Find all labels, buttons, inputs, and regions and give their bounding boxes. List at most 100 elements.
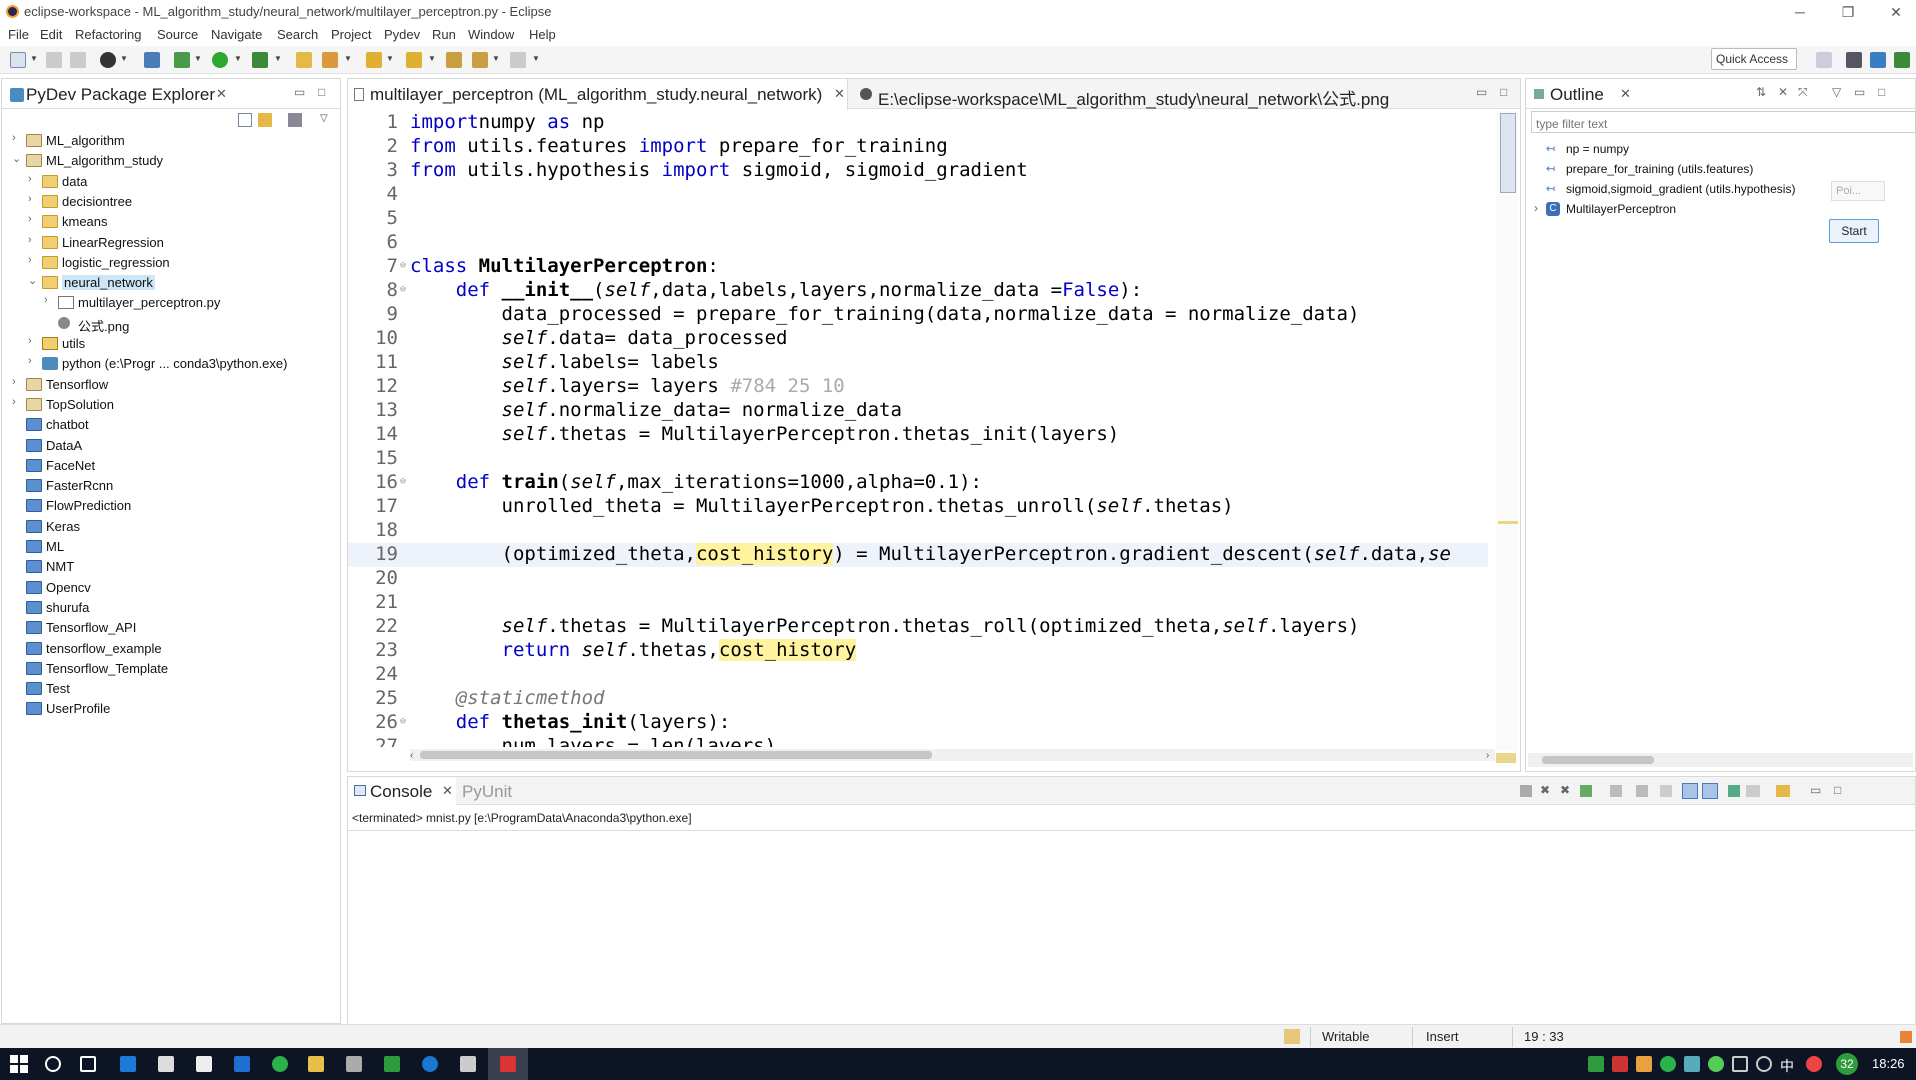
menu-navigate[interactable]: Navigate bbox=[211, 27, 262, 42]
code-line[interactable]: 25 @staticmethod bbox=[348, 687, 1488, 711]
menu-source[interactable]: Source bbox=[157, 27, 198, 42]
scroll-right-icon[interactable]: › bbox=[1486, 750, 1489, 761]
view-menu-icon[interactable]: ▽ bbox=[320, 113, 328, 124]
package-explorer-title[interactable]: PyDev Package Explorer bbox=[26, 85, 215, 105]
outline-filter-input[interactable] bbox=[1531, 111, 1916, 133]
close-icon[interactable]: ✕ bbox=[216, 86, 227, 102]
expand-arrow-icon[interactable]: › bbox=[28, 335, 40, 347]
mail-icon[interactable] bbox=[196, 1056, 212, 1072]
minimize-icon[interactable]: ▭ bbox=[294, 85, 305, 99]
show-on-output-icon[interactable] bbox=[1682, 783, 1698, 799]
code-line[interactable]: 9 data_processed = prepare_for_training(… bbox=[348, 303, 1488, 327]
menu-project[interactable]: Project bbox=[331, 27, 371, 42]
menu-window[interactable]: Window bbox=[468, 27, 514, 42]
quick-access-field[interactable]: Quick Access bbox=[1711, 48, 1797, 70]
menu-refactoring[interactable]: Refactoring bbox=[75, 27, 141, 42]
clear-console-icon[interactable] bbox=[1610, 785, 1622, 797]
app-icon[interactable] bbox=[346, 1056, 362, 1072]
code-line[interactable]: 12 self.layers= layers #784 25 10 bbox=[348, 375, 1488, 399]
close-button[interactable]: ✕ bbox=[1886, 2, 1906, 22]
expand-arrow-icon[interactable]: › bbox=[44, 294, 56, 306]
expand-arrow-icon[interactable]: › bbox=[28, 173, 40, 185]
open-folder-icon[interactable] bbox=[296, 52, 312, 68]
maximize-icon[interactable]: □ bbox=[1878, 85, 1885, 99]
minimize-icon[interactable]: ▭ bbox=[1854, 85, 1865, 99]
code-line[interactable]: 20 bbox=[348, 567, 1488, 591]
collapse-all-icon[interactable] bbox=[238, 113, 252, 127]
ime-indicator[interactable]: 中 bbox=[1780, 1056, 1796, 1074]
expand-arrow-icon[interactable]: › bbox=[28, 254, 40, 266]
fold-toggle-icon[interactable]: ⊖ bbox=[400, 284, 406, 295]
outline-title[interactable]: Outline bbox=[1550, 85, 1604, 105]
code-line[interactable]: 10 self.data= data_processed bbox=[348, 327, 1488, 351]
file-explorer-icon[interactable] bbox=[308, 1056, 324, 1072]
code-line[interactable]: 19 (optimized_theta,cost_history) = Mult… bbox=[348, 543, 1488, 567]
ie-icon[interactable] bbox=[422, 1056, 438, 1072]
prev-annotation-icon[interactable] bbox=[406, 52, 422, 68]
debug-perspective-icon[interactable] bbox=[1846, 52, 1862, 68]
minimize-button[interactable]: ─ bbox=[1790, 2, 1810, 22]
pydev-perspective-icon[interactable] bbox=[1870, 52, 1886, 68]
code-line[interactable]: 16 ⊖ def train(self,max_iterations=1000,a… bbox=[348, 471, 1488, 495]
perspective-icon[interactable] bbox=[100, 52, 116, 68]
code-line[interactable]: 14 self.thetas = MultilayerPerceptron.th… bbox=[348, 423, 1488, 447]
editor-vertical-scrollbar[interactable] bbox=[1496, 111, 1518, 751]
close-icon[interactable]: ✕ bbox=[442, 783, 453, 799]
code-line[interactable]: 18 bbox=[348, 519, 1488, 543]
code-line[interactable]: 26 ⊖ def thetas_init(layers): bbox=[348, 711, 1488, 735]
run-icon[interactable] bbox=[212, 52, 228, 68]
collapse-arrow-icon[interactable]: ⌄ bbox=[28, 274, 40, 287]
open-console-icon[interactable] bbox=[1776, 785, 1790, 797]
menu-help[interactable]: Help bbox=[529, 27, 556, 42]
tray-icon[interactable] bbox=[1806, 1056, 1822, 1072]
maximize-icon[interactable]: □ bbox=[1834, 783, 1841, 797]
store-icon[interactable] bbox=[158, 1056, 174, 1072]
code-line[interactable]: 6 bbox=[348, 231, 1488, 255]
stop-icon[interactable] bbox=[1520, 785, 1532, 797]
menu-pydev[interactable]: Pydev bbox=[384, 27, 420, 42]
tray-icon[interactable] bbox=[1636, 1056, 1652, 1072]
vscode-icon[interactable] bbox=[234, 1056, 250, 1072]
code-area[interactable]: 1 importnumpy as np 2 from utils.features i… bbox=[348, 111, 1488, 747]
occurrence-marker[interactable] bbox=[1498, 521, 1518, 524]
word-wrap-icon[interactable] bbox=[1660, 785, 1672, 797]
task-view-icon[interactable] bbox=[80, 1056, 96, 1072]
tray-icon[interactable] bbox=[1684, 1056, 1700, 1072]
show-on-error-icon[interactable] bbox=[1702, 783, 1718, 799]
expand-arrow-icon[interactable]: › bbox=[12, 132, 24, 144]
code-line[interactable]: 8 ⊖ def __init__(self,data,labels,layers,… bbox=[348, 279, 1488, 303]
collapse-all-icon[interactable]: ⤧ bbox=[1798, 85, 1808, 100]
scroll-left-icon[interactable]: ‹ bbox=[410, 750, 413, 761]
forward-icon[interactable] bbox=[510, 52, 526, 68]
link-editor-icon[interactable] bbox=[258, 113, 272, 127]
maximize-icon[interactable]: □ bbox=[318, 85, 325, 99]
tray-wechat-icon[interactable] bbox=[1660, 1056, 1676, 1072]
expand-arrow-icon[interactable]: › bbox=[28, 213, 40, 225]
code-line[interactable]: 3 from utils.hypothesis import sigmoid, s… bbox=[348, 159, 1488, 183]
remove-all-icon[interactable]: ✖ bbox=[1560, 783, 1570, 797]
debug-console-icon[interactable] bbox=[1580, 785, 1592, 797]
code-line[interactable]: 11 self.labels= labels bbox=[348, 351, 1488, 375]
editor-tab-active[interactable]: multilayer_perceptron (ML_algorithm_stud… bbox=[348, 79, 848, 110]
expand-arrow-icon[interactable]: › bbox=[28, 193, 40, 205]
menu-edit[interactable]: Edit bbox=[40, 27, 62, 42]
fold-toggle-icon[interactable]: ⊖ bbox=[400, 260, 406, 271]
windows-start-icon[interactable] bbox=[10, 1055, 28, 1073]
outline-horizontal-scrollbar[interactable] bbox=[1528, 753, 1913, 767]
code-line[interactable]: 27 num_layers = len(layers) bbox=[348, 735, 1488, 747]
cortana-icon[interactable] bbox=[45, 1056, 61, 1072]
code-line[interactable]: 15 bbox=[348, 447, 1488, 471]
network-icon[interactable] bbox=[1756, 1056, 1772, 1072]
tray-icon[interactable] bbox=[1612, 1056, 1628, 1072]
editor-tab-image[interactable]: E:\eclipse-workspace\ML_algorithm_study\… bbox=[878, 85, 1389, 110]
start-button[interactable]: Start bbox=[1829, 219, 1879, 243]
minimize-icon[interactable]: ▭ bbox=[1810, 783, 1821, 797]
restore-button[interactable]: ❐ bbox=[1838, 2, 1858, 22]
battery-icon[interactable] bbox=[1732, 1056, 1748, 1072]
terminal-app-icon[interactable] bbox=[384, 1056, 400, 1072]
debug-icon[interactable] bbox=[174, 52, 190, 68]
code-line[interactable]: 13 self.normalize_data= normalize_data bbox=[348, 399, 1488, 423]
open-perspective-icon[interactable] bbox=[1816, 52, 1832, 68]
console-horizontal-scrollbar[interactable] bbox=[352, 1011, 1912, 1023]
new-icon[interactable] bbox=[10, 52, 26, 68]
